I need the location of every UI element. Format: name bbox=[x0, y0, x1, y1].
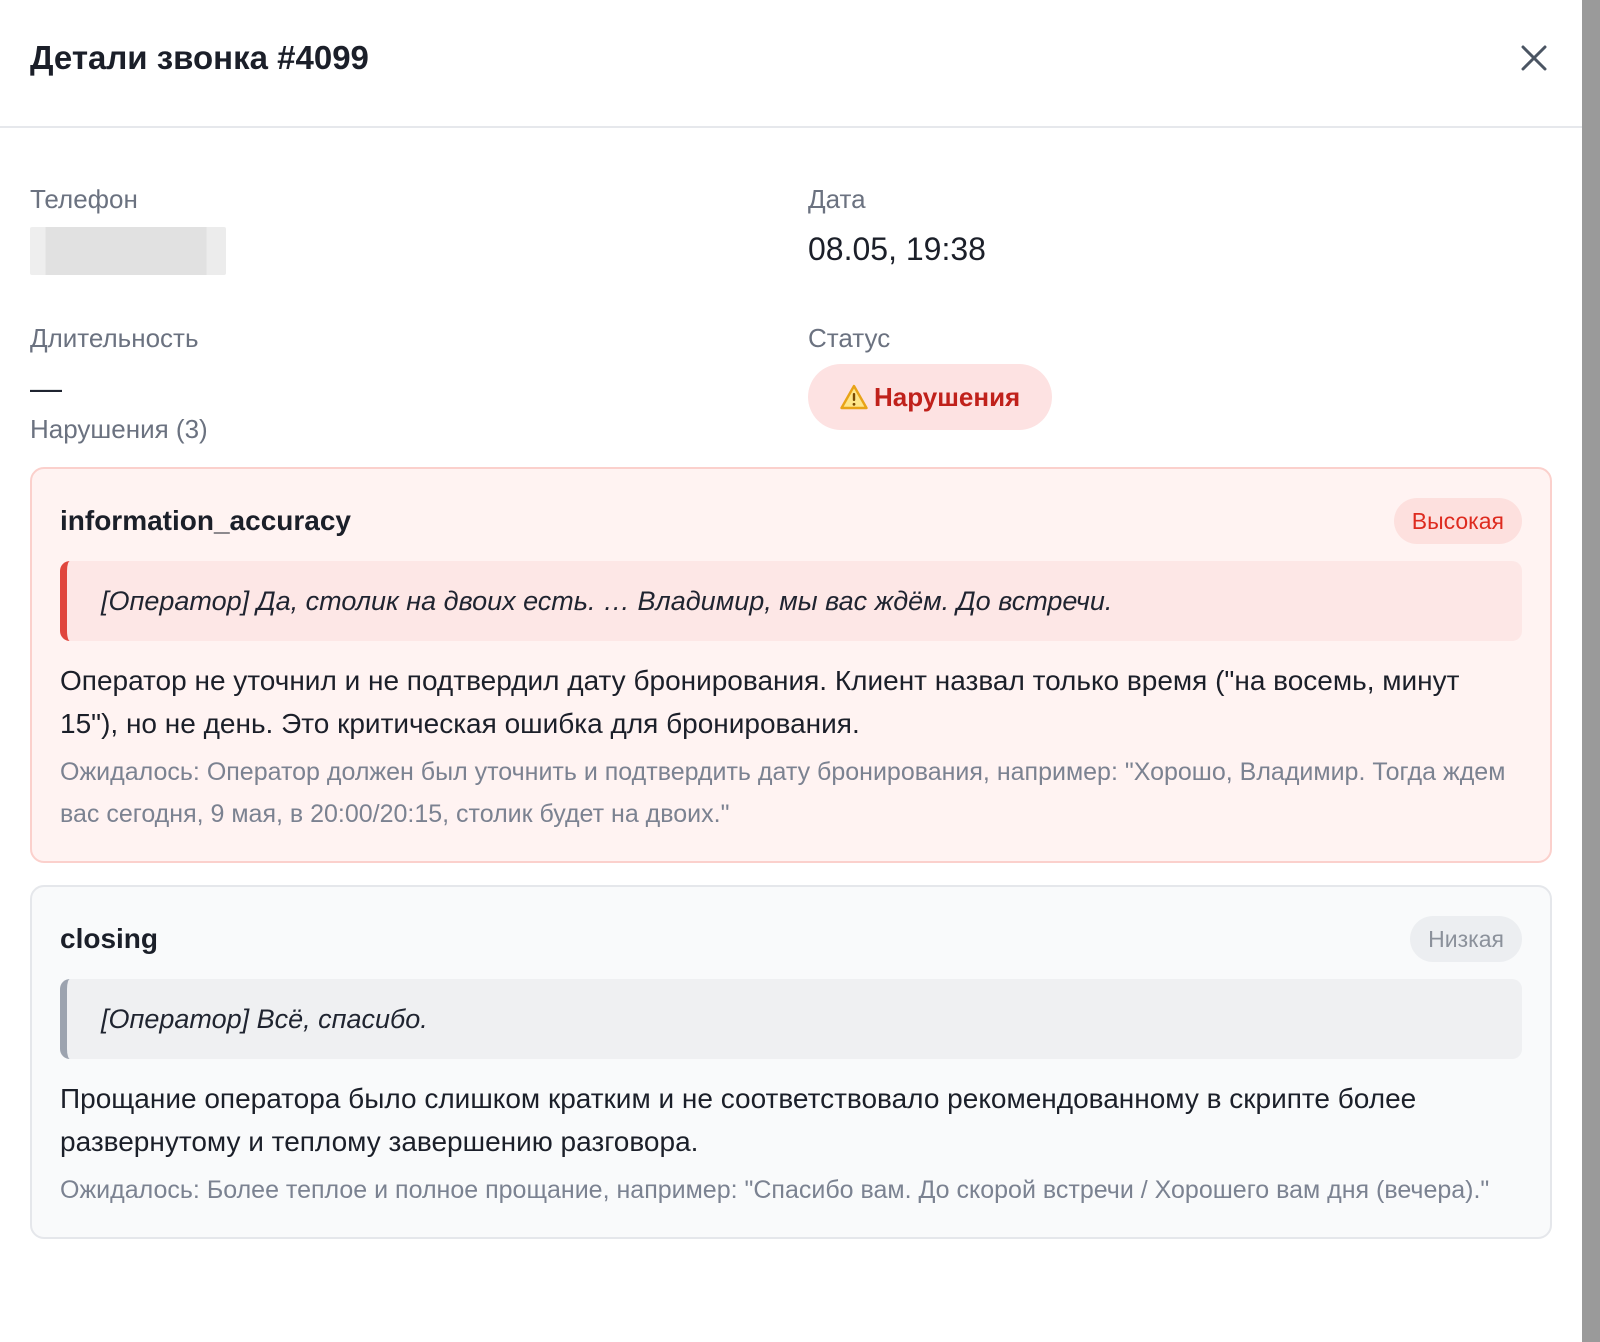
violation-header: information_accuracy Высокая bbox=[60, 497, 1522, 545]
phone-label: Телефон bbox=[30, 184, 138, 214]
call-info-grid: Телефон Дата 08.05, 19:38 Длительность —… bbox=[30, 128, 1552, 430]
close-icon bbox=[1521, 45, 1547, 71]
violation-card: closing Низкая [Оператор] Всё, спасибо. … bbox=[30, 885, 1552, 1239]
date-label: Дата bbox=[808, 184, 866, 214]
violation-quote: [Оператор] Да, столик на двоих есть. … В… bbox=[60, 561, 1522, 641]
duration-label: Длительность bbox=[30, 323, 199, 353]
violation-expected: Ожидалось: Более теплое и полное прощани… bbox=[60, 1176, 1490, 1204]
close-button[interactable] bbox=[1512, 36, 1556, 80]
violation-name: closing bbox=[60, 923, 159, 954]
severity-badge: Низкая bbox=[1410, 916, 1522, 962]
status-text: Нарушения bbox=[874, 381, 1021, 412]
status-field: Статус Нарушения bbox=[808, 267, 1552, 430]
modal-body: Телефон Дата 08.05, 19:38 Длительность —… bbox=[0, 128, 1582, 1239]
duration-field: Длительность — bbox=[30, 267, 808, 406]
phone-field: Телефон bbox=[30, 128, 808, 275]
warning-icon bbox=[840, 384, 868, 410]
violation-card: information_accuracy Высокая [Оператор] … bbox=[30, 467, 1552, 863]
violation-expected: Ожидалось: Оператор должен был уточнить … bbox=[60, 758, 1506, 828]
violation-quote: [Оператор] Всё, спасибо. bbox=[60, 979, 1522, 1059]
violation-name: information_accuracy bbox=[60, 505, 351, 536]
duration-value: — bbox=[30, 370, 62, 406]
status-badge: Нарушения bbox=[808, 364, 1053, 430]
page-scrollbar[interactable] bbox=[1582, 0, 1600, 1342]
modal-title: Детали звонка #4099 bbox=[30, 39, 369, 76]
date-field: Дата 08.05, 19:38 bbox=[808, 128, 1552, 267]
violation-description: Прощание оператора было слишком кратким … bbox=[60, 1083, 1417, 1157]
call-details-modal: Детали звонка #4099 Телефон Дата 08.05, … bbox=[0, 0, 1582, 1342]
modal-header: Детали звонка #4099 bbox=[0, 0, 1582, 128]
severity-badge: Высокая bbox=[1393, 498, 1522, 544]
violation-description: Оператор не уточнил и не подтвердил дату… bbox=[60, 665, 1460, 739]
violation-header: closing Низкая bbox=[60, 915, 1522, 963]
status-label: Статус bbox=[808, 323, 891, 353]
